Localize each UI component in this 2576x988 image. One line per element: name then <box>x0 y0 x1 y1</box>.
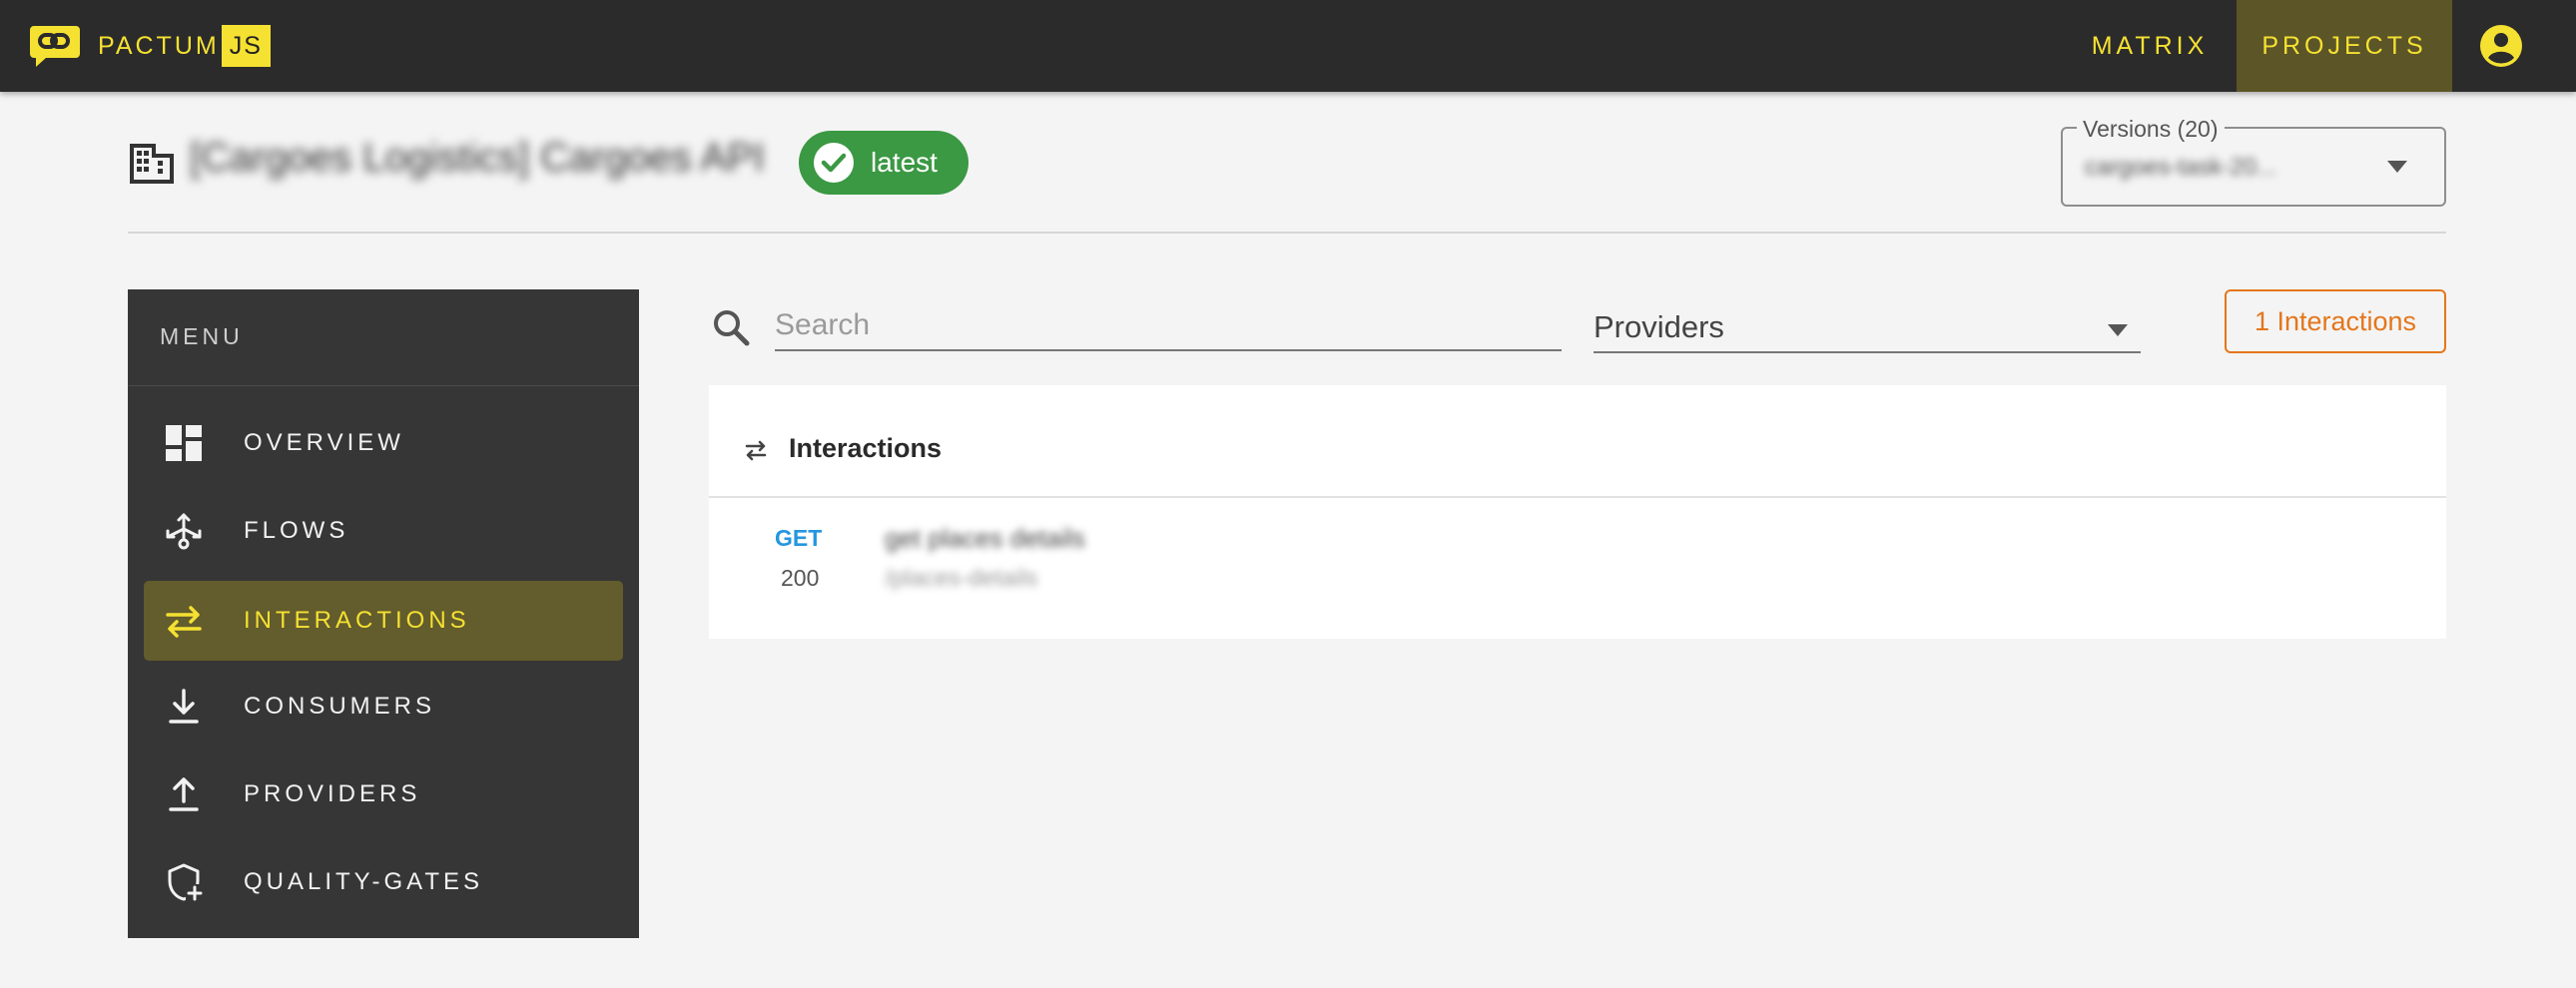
header-divider <box>128 232 2446 234</box>
interactions-count-button[interactable]: 1 Interactions <box>2225 289 2446 353</box>
versions-value: cargoes-task-20... <box>2085 154 2277 181</box>
interaction-name: get places details <box>885 523 1085 553</box>
check-circle-icon <box>814 143 854 183</box>
sidebar-item-consumers[interactable]: CONSUMERS <box>144 667 623 746</box>
menu-divider <box>128 385 639 386</box>
sidebar-item-providers[interactable]: PROVIDERS <box>144 754 623 834</box>
upload-icon <box>169 777 199 811</box>
chevron-down-icon <box>2108 324 2128 336</box>
building-icon <box>130 144 174 184</box>
latest-badge: latest <box>799 131 968 195</box>
nav-projects[interactable]: PROJECTS <box>2237 0 2452 92</box>
pactum-logo-icon <box>30 26 80 67</box>
menu-title: MENU <box>160 323 244 349</box>
versions-label: Versions (20) <box>2077 116 2225 143</box>
sidebar-item-interactions[interactable]: INTERACTIONS <box>144 581 623 661</box>
sidebar-item-label: CONSUMERS <box>244 693 436 720</box>
download-icon <box>169 689 199 724</box>
card-title: Interactions <box>789 433 943 463</box>
sidebar-item-flows[interactable]: FLOWS <box>144 491 623 571</box>
swap-arrows-icon <box>745 440 767 461</box>
card-divider <box>709 496 2446 498</box>
sidebar-menu: MENU OVERVIEW FLOWS INTERACTIONS CONSUME… <box>128 289 639 938</box>
project-title: [Cargoes Logistics] Cargoes API <box>190 136 765 180</box>
swap-arrows-icon <box>166 606 202 638</box>
sidebar-item-quality-gates[interactable]: QUALITY-GATES <box>144 842 623 922</box>
dashboard-icon <box>166 425 202 461</box>
interaction-path: /places-details <box>885 565 1038 592</box>
providers-select-label: Providers <box>1594 309 1724 344</box>
sidebar-item-label: INTERACTIONS <box>244 607 470 634</box>
sidebar-item-overview[interactable]: OVERVIEW <box>144 403 623 483</box>
http-status: 200 <box>781 565 820 591</box>
shield-plus-icon <box>168 863 204 902</box>
providers-select[interactable]: Providers <box>1594 303 2141 353</box>
sidebar-item-label: FLOWS <box>244 517 349 544</box>
brand[interactable]: PACTUM JS <box>28 22 271 70</box>
top-app-bar: PACTUM JS MATRIX PROJECTS <box>0 0 2576 92</box>
search-icon <box>714 310 750 346</box>
latest-badge-label: latest <box>871 147 938 178</box>
nav-matrix[interactable]: MATRIX <box>2065 0 2235 92</box>
account-circle-icon[interactable] <box>2478 23 2524 69</box>
http-method: GET <box>775 525 823 551</box>
flows-icon <box>166 513 202 550</box>
brand-name: PACTUM <box>98 31 220 60</box>
sidebar-item-label: OVERVIEW <box>244 429 404 456</box>
interaction-row[interactable]: GET 200 get places details /places-detai… <box>709 507 2446 617</box>
interactions-card: Interactions GET 200 get places details … <box>709 385 2446 639</box>
chevron-down-icon[interactable] <box>2386 160 2408 174</box>
sidebar-item-label: PROVIDERS <box>244 780 421 807</box>
sidebar-item-label: QUALITY-GATES <box>244 868 484 895</box>
brand-suffix: JS <box>221 25 271 67</box>
search-input[interactable] <box>775 301 1562 351</box>
